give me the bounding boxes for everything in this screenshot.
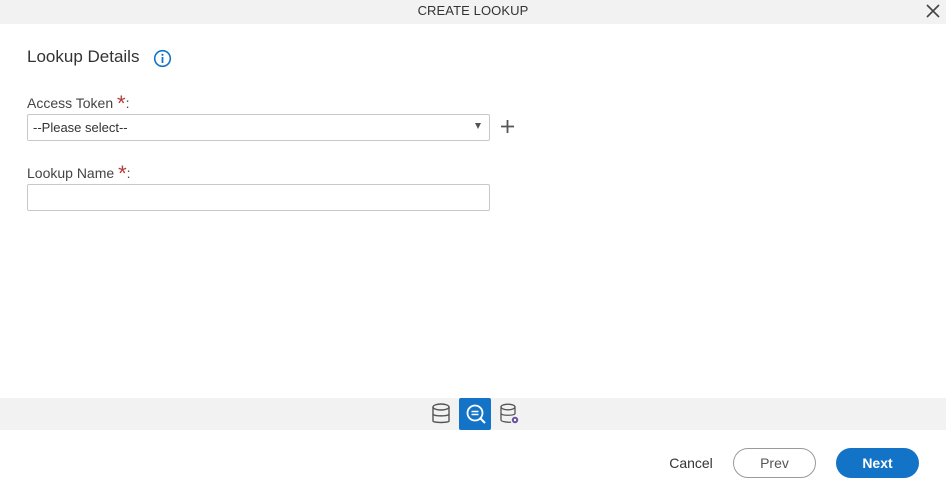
dialog-title: CREATE LOOKUP [417, 3, 529, 18]
access-token-label-text: Access Token [27, 95, 114, 111]
close-icon[interactable] [924, 2, 942, 20]
step-lookup[interactable] [459, 398, 491, 430]
step-database[interactable] [425, 398, 457, 430]
plus-icon[interactable] [499, 118, 516, 135]
required-marker: * [117, 91, 126, 116]
info-icon[interactable] [153, 49, 172, 68]
lookup-name-label-text: Lookup Name [27, 165, 115, 181]
section-title: Lookup Details [27, 47, 140, 66]
access-token-label: Access Token *: [27, 88, 130, 116]
step-navigation-bar [0, 398, 946, 430]
required-marker: * [118, 161, 127, 186]
prev-button[interactable]: Prev [733, 448, 816, 478]
dialog-titlebar: CREATE LOOKUP [0, 0, 946, 24]
label-suffix: : [126, 165, 131, 181]
access-token-selected-value: --Please select-- [33, 120, 128, 135]
cancel-button[interactable]: Cancel [666, 452, 716, 474]
access-token-select[interactable]: --Please select-- [27, 114, 490, 141]
lookup-name-input[interactable] [27, 184, 490, 211]
lookup-name-label: Lookup Name *: [27, 158, 131, 186]
chevron-down-icon [475, 123, 481, 129]
label-suffix: : [125, 95, 130, 111]
next-button[interactable]: Next [836, 448, 919, 478]
step-database-settings[interactable] [494, 398, 526, 430]
